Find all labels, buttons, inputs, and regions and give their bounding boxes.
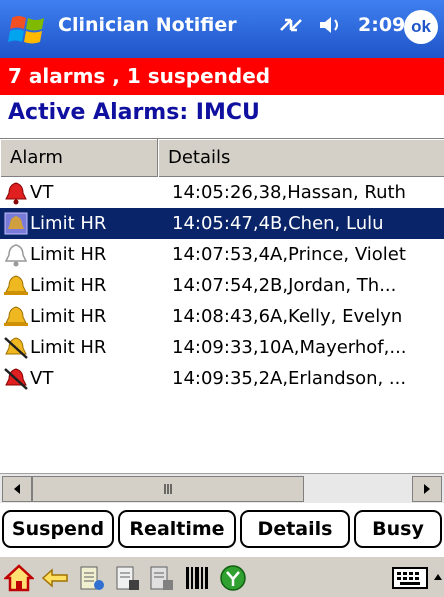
table-row[interactable]: Limit HR 14:07:54,2B,Jordan, Th...	[0, 270, 444, 301]
column-header-row: Alarm Details	[0, 139, 444, 177]
alarm-details: 14:05:26,38,Hassan, Ruth	[172, 182, 406, 203]
bottom-toolbar	[0, 556, 444, 597]
table-row-selected[interactable]: Limit HR 14:05:47,4B,Chen, Lulu	[0, 208, 444, 239]
back-arrow-icon[interactable]	[40, 563, 70, 593]
alarm-details: 14:07:54,2B,Jordan, Th...	[172, 275, 397, 296]
volume-icon[interactable]	[318, 14, 344, 36]
scroll-left-button[interactable]	[2, 476, 32, 502]
alarm-details: 14:07:53,4A,Prince, Violet	[172, 244, 406, 265]
bell-red-muted-icon	[4, 368, 28, 390]
arrow-right-icon	[424, 484, 430, 494]
bell-suspended-icon	[4, 212, 28, 235]
table-row[interactable]: Limit HR 14:07:53,4A,Prince, Violet	[0, 239, 444, 270]
connectivity-icon[interactable]	[278, 14, 304, 36]
table-row[interactable]: VT 14:05:26,38,Hassan, Ruth	[0, 177, 444, 208]
alarm-details: 14:05:47,4B,Chen, Lulu	[172, 213, 384, 234]
keyboard-icon[interactable]	[392, 565, 428, 591]
alarm-type: VT	[30, 182, 54, 203]
table-row[interactable]: Limit HR 14:09:33,10A,Mayerhof,...	[0, 332, 444, 363]
input-menu-arrow-icon[interactable]	[432, 565, 444, 591]
network-status-icon[interactable]	[218, 563, 248, 593]
alarm-summary-bar: 7 alarms , 1 suspended	[0, 58, 444, 95]
table-row[interactable]: Limit HR 14:08:43,6A,Kelly, Evelyn	[0, 301, 444, 332]
document-icon[interactable]	[76, 563, 106, 593]
bell-red-icon	[5, 182, 27, 205]
alarm-type: Limit HR	[30, 306, 107, 327]
alarm-type: Limit HR	[30, 337, 107, 358]
arrow-left-icon	[14, 484, 20, 494]
alarm-type: Limit HR	[30, 213, 107, 234]
bell-outline-icon	[4, 244, 28, 267]
horizontal-scrollbar[interactable]	[0, 473, 444, 503]
column-header-alarm[interactable]: Alarm	[0, 139, 158, 177]
app-title: Clinician Notifier	[58, 14, 237, 36]
alarm-type: Limit HR	[30, 244, 107, 265]
alarm-list: Alarm Details VT 14:05:26,38,Hassan, Rut…	[0, 138, 444, 503]
title-bar: Clinician Notifier 2:09 ok	[0, 0, 444, 58]
realtime-button[interactable]: Realtime	[118, 510, 236, 548]
details-button[interactable]: Details	[240, 510, 350, 548]
alarm-type: VT	[30, 368, 54, 389]
home-icon[interactable]	[4, 563, 34, 593]
bell-yellow-icon	[4, 275, 28, 295]
column-header-details[interactable]: Details	[158, 139, 444, 177]
barcode-icon[interactable]	[182, 563, 212, 593]
document-gray-icon[interactable]	[146, 563, 176, 593]
page-title: Active Alarms: IMCU	[8, 100, 260, 125]
ok-button[interactable]: ok	[404, 10, 438, 44]
system-tray: 2:09	[278, 14, 405, 36]
alarm-details: 14:09:35,2A,Erlandson, ...	[172, 368, 407, 389]
alarm-details: 14:09:33,10A,Mayerhof,...	[172, 337, 407, 358]
alarm-type: Limit HR	[30, 275, 107, 296]
suspend-button[interactable]: Suspend	[2, 510, 114, 548]
bell-yellow-icon	[4, 306, 28, 326]
busy-button[interactable]: Busy	[354, 510, 442, 548]
alarm-details: 14:08:43,6A,Kelly, Evelyn	[172, 306, 403, 327]
document-stack-icon[interactable]	[112, 563, 142, 593]
bell-yellow-muted-icon	[4, 337, 28, 359]
table-row[interactable]: VT 14:09:35,2A,Erlandson, ...	[0, 363, 444, 394]
grip-icon	[164, 484, 172, 494]
scroll-right-button[interactable]	[412, 476, 442, 502]
action-button-row: Suspend Realtime Details Busy	[0, 510, 444, 550]
windows-start-icon[interactable]	[8, 10, 48, 50]
clock[interactable]: 2:09	[358, 14, 405, 36]
scroll-thumb[interactable]	[32, 476, 304, 502]
